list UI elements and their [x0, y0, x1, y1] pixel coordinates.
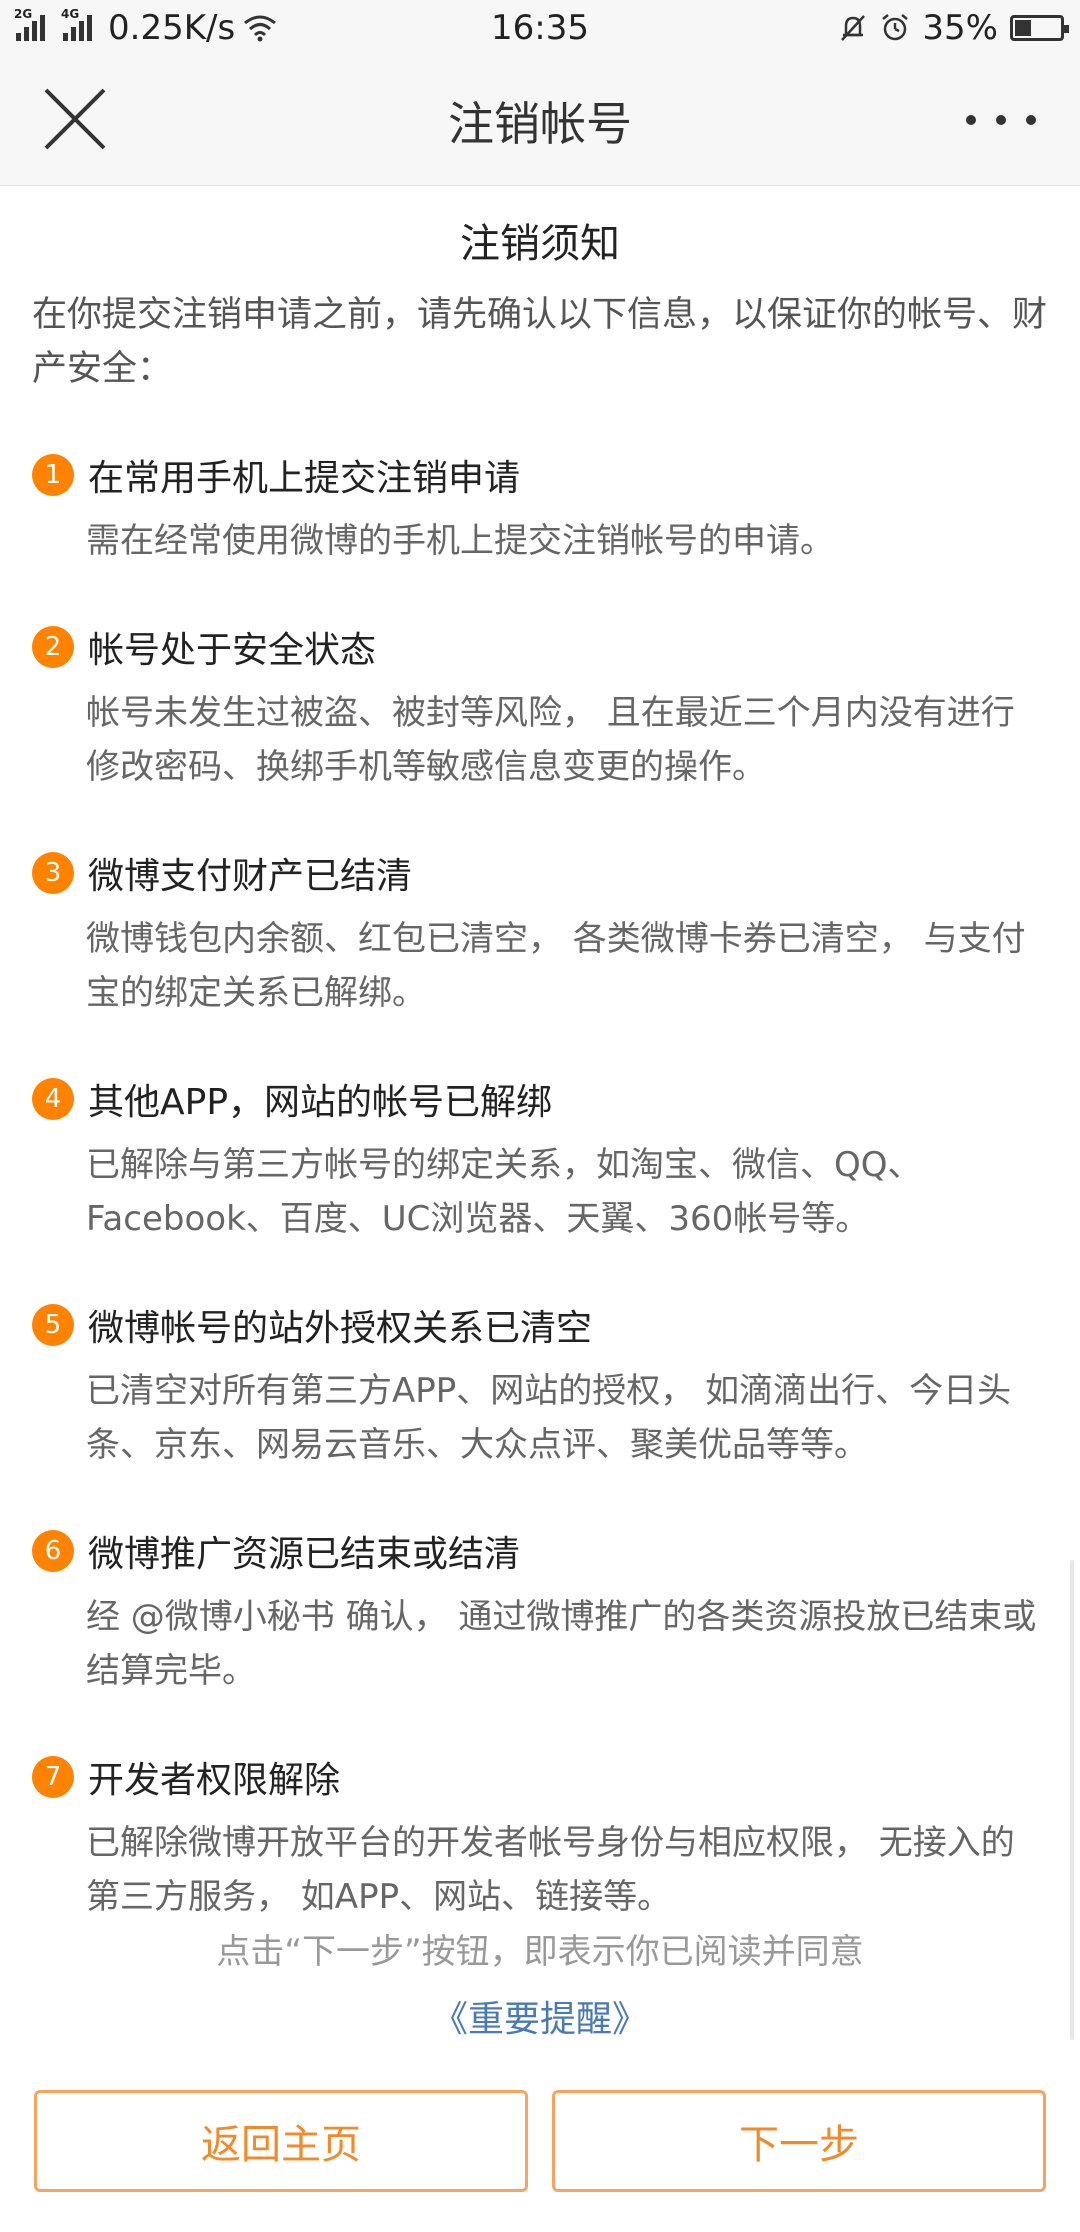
important-reminder-link[interactable]: 《重要提醒》: [0, 1990, 1080, 2042]
item-number-badge: 6: [32, 1530, 74, 1572]
return-home-button[interactable]: 返回主页: [34, 2090, 528, 2192]
item-description: 微博钱包内余额、红包已清空， 各类微博卡券已清空， 与支付宝的绑定关系已解绑。: [86, 919, 1026, 1013]
list-item: 4 其他APP，网站的帐号已解绑 已解除与第三方帐号的绑定关系，如淘宝、微信、Q…: [32, 1072, 1048, 1246]
list-item: 7 开发者权限解除 已解除微博开放平台的开发者帐号身份与相应权限， 无接入的第三…: [32, 1750, 1048, 1924]
status-right: 35%: [684, 8, 1069, 48]
list-item: 3 微博支付财产已结清 微博钱包内余额、红包已清空， 各类微博卡券已清空， 与支…: [32, 846, 1048, 1020]
battery-icon: [1010, 15, 1069, 41]
sim2-label: 4G: [61, 7, 80, 21]
more-options-icon[interactable]: [966, 102, 1036, 138]
item-description: 需在经常使用微博的手机上提交注销帐号的申请。: [86, 521, 834, 561]
nav-header: 注销帐号: [0, 56, 1080, 186]
item-description: 已清空对所有第三方APP、网站的授权， 如滴滴出行、今日头条、京东、网易云音乐、…: [86, 1371, 1012, 1465]
item-header: 7 开发者权限解除: [32, 1750, 1048, 1804]
status-bar: 2G 4G 0.25K/s 16:35 35%: [0, 0, 1080, 56]
item-title: 其他APP，网站的帐号已解绑: [88, 1082, 553, 1123]
item-title: 在常用手机上提交注销申请: [88, 458, 521, 499]
item-number-badge: 5: [32, 1304, 74, 1346]
item-header: 6 微博推广资源已结束或结清: [32, 1524, 1048, 1578]
item-description: 帐号未发生过被盗、被封等风险， 且在最近三个月内没有进行修改密码、换绑手机等敏感…: [86, 693, 1015, 787]
status-time: 16:35: [491, 8, 589, 48]
item-title: 微博推广资源已结束或结清: [88, 1534, 521, 1575]
item-header: 1 在常用手机上提交注销申请: [32, 448, 1048, 502]
sim1-label: 2G: [14, 7, 33, 21]
next-step-button[interactable]: 下一步: [552, 2090, 1046, 2192]
signal-icon-sim2: 4G: [61, 7, 92, 41]
item-number-badge: 7: [32, 1756, 74, 1798]
item-number-badge: 2: [32, 626, 74, 668]
wifi-icon: [244, 15, 277, 42]
list-item: 5 微博帐号的站外授权关系已清空 已清空对所有第三方APP、网站的授权， 如滴滴…: [32, 1298, 1048, 1472]
item-description: 已解除微博开放平台的开发者帐号身份与相应权限， 无接入的第三方服务， 如APP、…: [86, 1823, 1015, 1917]
item-number-badge: 1: [32, 454, 74, 496]
agreement-text: 点击“下一步”按钮，即表示你已阅读并同意: [216, 1932, 864, 1972]
item-title: 开发者权限解除: [88, 1760, 341, 1801]
signal-icon-sim1: 2G: [14, 7, 45, 41]
status-left: 2G 4G 0.25K/s: [14, 7, 396, 48]
alarm-icon: [882, 14, 909, 41]
item-title: 帐号处于安全状态: [88, 630, 377, 671]
list-item: 6 微博推广资源已结束或结清 经 @微博小秘书 确认， 通过微博推广的各类资源投…: [32, 1524, 1048, 1698]
item-number-badge: 4: [32, 1078, 74, 1120]
item-title: 微博支付财产已结清: [88, 856, 413, 897]
content-area: 注销须知 在你提交注销申请之前，请先确认以下信息，以保证你的帐号、财产安全： 1…: [0, 186, 1080, 1924]
list-item: 2 帐号处于安全状态 帐号未发生过被盗、被封等风险， 且在最近三个月内没有进行修…: [32, 620, 1048, 794]
item-number-badge: 3: [32, 852, 74, 894]
mute-bell-icon: [841, 15, 866, 41]
close-icon[interactable]: [42, 86, 108, 152]
battery-percent: 35%: [922, 8, 998, 48]
item-header: 5 微博帐号的站外授权关系已清空: [32, 1298, 1048, 1352]
net-speed: 0.25K/s: [108, 8, 236, 48]
item-title: 微博帐号的站外授权关系已清空: [88, 1308, 593, 1349]
item-header: 4 其他APP，网站的帐号已解绑: [32, 1072, 1048, 1126]
notice-intro: 在你提交注销申请之前，请先确认以下信息，以保证你的帐号、财产安全：: [32, 295, 1048, 389]
page-title: 注销帐号: [448, 96, 632, 151]
notice-title: 注销须知: [460, 221, 620, 267]
item-header: 3 微博支付财产已结清: [32, 846, 1048, 900]
list-item: 1 在常用手机上提交注销申请 需在经常使用微博的手机上提交注销帐号的申请。: [32, 448, 1048, 568]
item-header: 2 帐号处于安全状态: [32, 620, 1048, 674]
item-description: 已解除与第三方帐号的绑定关系，如淘宝、微信、QQ、Facebook、百度、UC浏…: [86, 1145, 922, 1239]
item-description: 经 @微博小秘书 确认， 通过微博推广的各类资源投放已结束或结算完毕。: [86, 1597, 1037, 1691]
